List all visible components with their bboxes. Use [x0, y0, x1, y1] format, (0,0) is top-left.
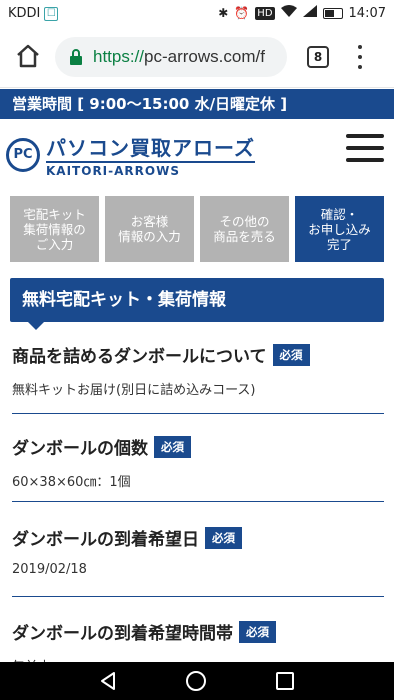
field-label: 商品を詰めるダンボールについて	[12, 347, 267, 367]
bluetooth-icon: ✱	[218, 6, 229, 20]
section-title: 無料宅配キット・集荷情報	[10, 278, 384, 330]
more-menu-icon[interactable]	[356, 45, 364, 69]
step-kit-info: 宅配キット 集荷情報の ご入力	[10, 196, 99, 262]
wifi-icon	[280, 5, 297, 21]
signal-icon	[302, 5, 317, 21]
back-icon[interactable]	[98, 671, 118, 691]
system-nav-bar	[0, 662, 394, 700]
field-box-type: 商品を詰めるダンボールについて 必須 無料キットお届け(別日に詰め込みコース)	[12, 342, 384, 414]
browser-toolbar: https://pc-arrows.com/f 8	[0, 28, 394, 88]
sim-icon: ☐	[44, 6, 59, 21]
tab-switcher-button[interactable]: 8	[307, 46, 329, 68]
battery-icon	[322, 7, 343, 19]
field-label: ダンボールの到着希望日	[12, 530, 199, 550]
site-logo[interactable]: PC パソコン買取アローズ KAITORI-ARROWS	[6, 132, 255, 178]
home-icon[interactable]	[14, 42, 42, 70]
field-arrival-date: ダンボールの到着希望日 必須 2019/02/18	[12, 525, 384, 597]
field-value: 2019/02/18	[12, 562, 87, 577]
logo-title-jp: パソコン買取アローズ	[46, 136, 255, 160]
logo-title-en: KAITORI-ARROWS	[46, 161, 255, 178]
step-confirm: 確認・ お申し込み 完了	[295, 196, 384, 262]
required-badge: 必須	[205, 526, 242, 549]
carrier-label: KDDI	[8, 6, 41, 21]
alarm-icon: ⏰	[234, 6, 250, 20]
hd-badge: HD	[255, 6, 275, 20]
required-badge: 必須	[272, 343, 310, 366]
clock: 14:07	[348, 5, 386, 21]
url-scheme: https://	[93, 47, 145, 66]
field-box-count: ダンボールの個数 必須 60×38×60㎝：1個	[12, 434, 384, 502]
field-label: ダンボールの個数	[12, 439, 148, 459]
recent-apps-icon[interactable]	[276, 672, 294, 690]
field-value: 60×38×60㎝：1個	[12, 475, 131, 490]
field-value: 無料キットお届け(別日に詰め込みコース)	[12, 383, 256, 398]
status-bar: KDDI ☐ ✱ ⏰ HD 14:07	[0, 0, 394, 28]
lock-icon	[70, 49, 82, 65]
required-badge: 必須	[154, 435, 191, 458]
business-hours-banner: 営業時間 [ 9:00〜15:00 水/日曜定休 ]	[0, 89, 394, 119]
hamburger-menu-icon[interactable]	[346, 134, 384, 162]
step-customer-info: お客様 情報の入力	[105, 196, 194, 262]
required-badge: 必須	[239, 620, 276, 643]
home-circle-icon[interactable]	[186, 671, 206, 691]
step-other-items: その他の 商品を売る	[200, 196, 289, 262]
status-left: KDDI ☐	[8, 6, 59, 21]
site-header: PC パソコン買取アローズ KAITORI-ARROWS	[0, 120, 394, 184]
url-host: pc-arrows.com/f	[144, 47, 265, 66]
field-label: ダンボールの到着希望時間帯	[12, 624, 233, 644]
logo-pc-badge: PC	[6, 138, 40, 172]
address-bar[interactable]: https://pc-arrows.com/f	[55, 37, 287, 77]
progress-steps: 宅配キット 集荷情報の ご入力 お客様 情報の入力 その他の 商品を売る 確認・…	[10, 196, 384, 262]
status-right: ✱ ⏰ HD 14:07	[218, 5, 386, 21]
